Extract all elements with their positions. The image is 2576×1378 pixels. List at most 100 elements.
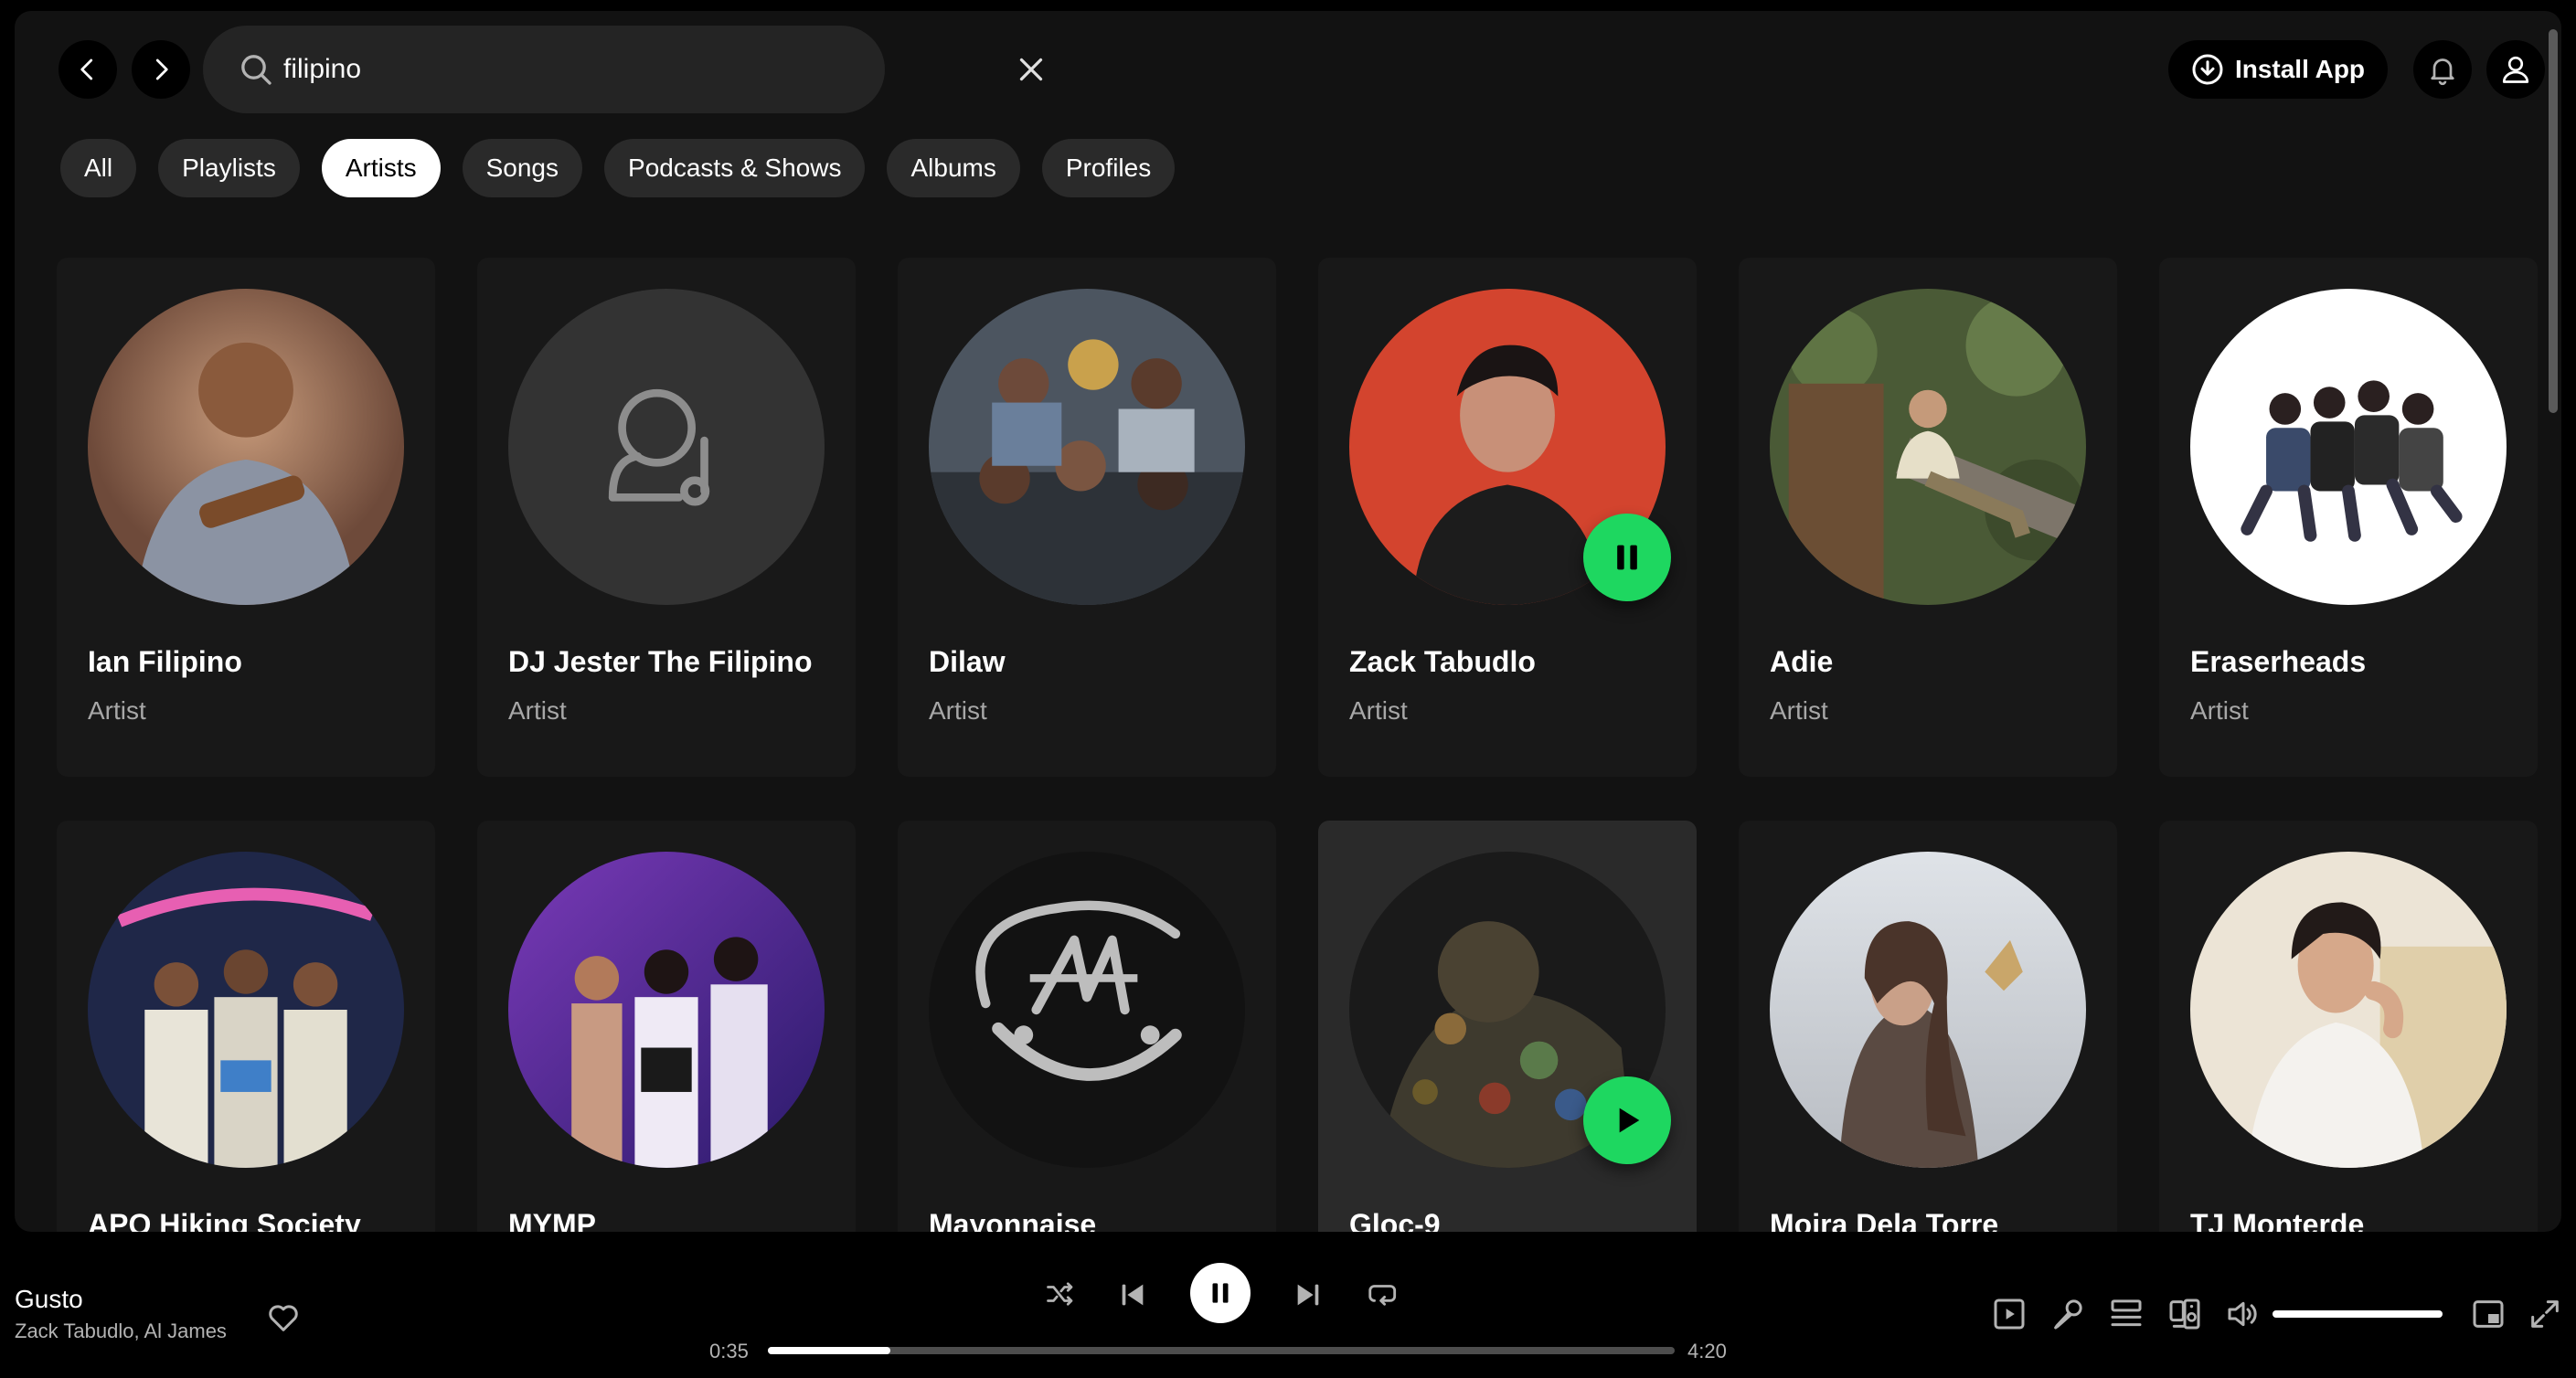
total-time: 4:20 [1687, 1340, 1727, 1362]
artist-image [1770, 852, 2086, 1168]
microphone-icon [2054, 1299, 2082, 1330]
artist-card[interactable]: Adie Artist [1739, 258, 2117, 777]
user-icon [2502, 56, 2529, 83]
volume-slider[interactable] [2273, 1310, 2443, 1318]
artist-image [2190, 289, 2507, 605]
artist-type: Artist [88, 696, 146, 725]
artist-name: Eraserheads [2190, 645, 2367, 678]
search-icon [241, 55, 271, 85]
track-title[interactable]: Gusto [15, 1285, 83, 1314]
close-icon[interactable] [1015, 53, 1048, 86]
scrollbar-thumb[interactable] [2549, 29, 2558, 413]
heart-icon[interactable] [265, 1299, 302, 1336]
now-playing-bar: Gusto Zack Tabudlo, Al James 0:35 4:20 [0, 1232, 2576, 1378]
artist-card[interactable]: DJ Jester The Filipino Artist [477, 258, 856, 777]
bell-icon [2431, 58, 2454, 86]
artist-image [2190, 852, 2507, 1168]
volume-fill [2273, 1310, 2443, 1318]
track-artists[interactable]: Zack Tabudlo, Al James [15, 1320, 227, 1343]
volume-icon [2228, 1301, 2257, 1327]
chevron-right-icon [155, 58, 168, 80]
expand-icon [2531, 1300, 2559, 1328]
search-bar [203, 26, 1043, 113]
artist-image [929, 852, 1245, 1168]
filter-chips: All Playlists Artists Songs Podcasts & S… [60, 139, 1176, 197]
shuffle-icon [1047, 1282, 1073, 1306]
now-playing-view-button[interactable] [1991, 1296, 2028, 1332]
artist-card[interactable]: TJ Monterde Artist [2159, 821, 2538, 1232]
filter-artists[interactable]: Artists [321, 139, 441, 197]
artist-image [88, 852, 404, 1168]
skip-forward-icon [1297, 1284, 1319, 1306]
artist-card[interactable]: Dilaw Artist [898, 258, 1276, 777]
artist-card[interactable]: Gloc-9 Artist [1318, 821, 1697, 1232]
search-input[interactable] [283, 46, 795, 93]
artist-name: DJ Jester The Filipino [508, 645, 813, 678]
pause-icon [1617, 545, 1637, 570]
next-button[interactable] [1293, 1279, 1324, 1310]
artist-image [508, 289, 825, 605]
artist-card[interactable]: Ian Filipino Artist [57, 258, 435, 777]
artist-card[interactable]: Mayonnaise Artist [898, 821, 1276, 1232]
download-circle-icon [2192, 54, 2223, 85]
top-bar: Install App [15, 11, 2561, 139]
notifications-button[interactable] [2413, 40, 2472, 99]
artist-type: Artist [1349, 696, 1408, 725]
artist-type: Artist [2190, 696, 2249, 725]
install-app-label: Install App [2234, 55, 2366, 83]
filter-profiles[interactable]: Profiles [1041, 139, 1176, 197]
fullscreen-button[interactable] [2527, 1296, 2563, 1332]
connect-device-button[interactable] [2166, 1296, 2203, 1332]
artist-card[interactable]: Zack Tabudlo Artist [1318, 258, 1697, 777]
artist-image [929, 289, 1245, 605]
artist-name: Mayonnaise [929, 1208, 1097, 1232]
pause-icon [1212, 1283, 1229, 1303]
shuffle-button[interactable] [1042, 1277, 1079, 1310]
artist-name: APO Hiking Society [88, 1208, 361, 1232]
mute-button[interactable] [2225, 1296, 2262, 1332]
artist-name: Moira Dela Torre [1770, 1208, 1999, 1232]
artist-image [508, 852, 825, 1168]
install-app-button[interactable]: Install App [2168, 40, 2388, 99]
artist-name: TJ Monterde [2190, 1208, 2365, 1232]
elapsed-time: 0:35 [709, 1340, 749, 1362]
artist-card[interactable]: MYMP Artist [477, 821, 856, 1232]
artist-card[interactable]: Eraserheads Artist [2159, 258, 2538, 777]
skip-back-icon [1122, 1284, 1144, 1306]
filter-all[interactable]: All [60, 139, 137, 197]
artist-type: Artist [1770, 696, 1828, 725]
progress-fill [768, 1347, 890, 1354]
lyrics-button[interactable] [2049, 1296, 2086, 1332]
play-icon [1619, 1108, 1640, 1133]
repeat-button[interactable] [1366, 1277, 1400, 1312]
main-panel: Install App All Playlists Artists Songs … [15, 11, 2561, 1232]
artist-type: Artist [508, 696, 567, 725]
queue-button[interactable] [2108, 1296, 2145, 1332]
profile-button[interactable] [2486, 40, 2545, 99]
queue-icon [2111, 1299, 2142, 1327]
artist-card[interactable]: Moira Dela Torre Artist [1739, 821, 2117, 1232]
back-button[interactable] [59, 40, 117, 99]
playback-progress-bar[interactable] [768, 1347, 1675, 1354]
artist-name: Dilaw [929, 645, 1006, 678]
filter-songs[interactable]: Songs [462, 139, 583, 197]
artist-name: Zack Tabudlo [1349, 645, 1536, 678]
filter-playlists[interactable]: Playlists [158, 139, 300, 197]
filter-podcasts-shows[interactable]: Podcasts & Shows [604, 139, 866, 197]
miniplayer-button[interactable] [2470, 1296, 2507, 1332]
artist-name: Gloc-9 [1349, 1208, 1441, 1232]
filter-albums[interactable]: Albums [887, 139, 1020, 197]
artist-image [1770, 289, 2086, 605]
pause-button[interactable] [1583, 514, 1671, 601]
play-pause-button[interactable] [1190, 1263, 1251, 1323]
forward-button[interactable] [132, 40, 190, 99]
play-button[interactable] [1583, 1076, 1671, 1164]
now-playing-view-icon [1994, 1298, 2025, 1330]
connect-device-icon [2169, 1298, 2200, 1330]
previous-button[interactable] [1117, 1279, 1148, 1310]
artist-image [88, 289, 404, 605]
miniplayer-icon [2473, 1300, 2504, 1328]
artist-name: Adie [1770, 645, 1834, 678]
artist-name: Ian Filipino [88, 645, 242, 678]
artist-card[interactable]: APO Hiking Society Artist [57, 821, 435, 1232]
